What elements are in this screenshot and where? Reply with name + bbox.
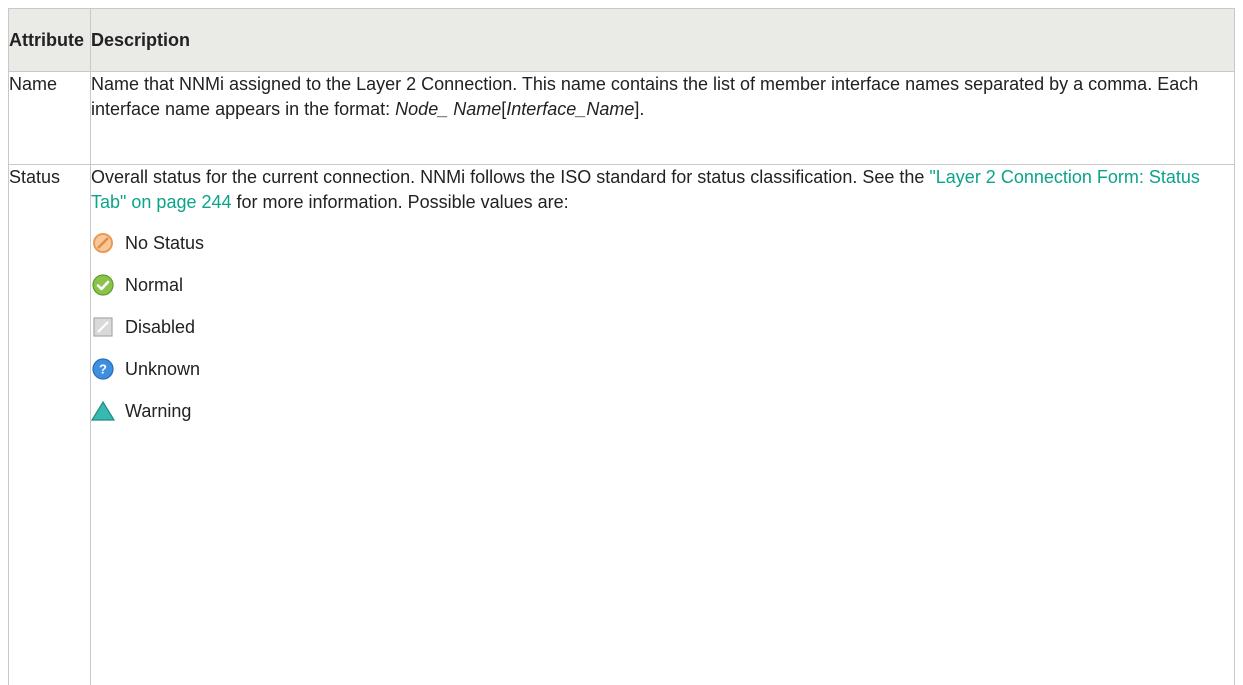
status-label-warning: Warning [125,399,191,424]
list-item: Disabled [91,315,1234,339]
list-item: Normal [91,273,1234,297]
name-description-cell: Name that NNMi assigned to the Layer 2 C… [91,72,1235,165]
status-description: Overall status for the current connectio… [91,165,1234,214]
status-values-list: No Status Normal Disabled ? [91,231,1234,423]
list-item: Warning [91,399,1234,423]
attribute-status-cell: Status [9,165,91,685]
no-status-icon [91,231,115,255]
unknown-icon: ? [91,357,115,381]
svg-text:?: ? [99,362,107,377]
table-header-row: Attribute Description [9,9,1235,72]
name-desc-node-em: Node_ [395,99,448,119]
header-description: Description [91,9,1235,72]
name-description: Name that NNMi assigned to the Layer 2 C… [91,72,1234,121]
name-desc-interface-em: Interface_Name [506,99,634,119]
table-row: Status Overall status for the current co… [9,165,1235,685]
status-label-unknown: Unknown [125,357,200,382]
header-attribute: Attribute [9,9,91,72]
status-label-no-status: No Status [125,231,204,256]
attribute-name-cell: Name [9,72,91,165]
name-desc-bracket-close: ]. [634,99,644,119]
table-row: Name Name that NNMi assigned to the Laye… [9,72,1235,165]
status-desc-text: Overall status for the current connectio… [91,167,929,187]
disabled-icon [91,315,115,339]
list-item: No Status [91,231,1234,255]
warning-icon [91,399,115,423]
name-desc-text: Name that NNMi assigned to the Layer 2 C… [91,74,1198,119]
list-item: ? Unknown [91,357,1234,381]
status-label-disabled: Disabled [125,315,195,340]
status-description-cell: Overall status for the current connectio… [91,165,1235,685]
attribute-table: Attribute Description Name Name that NNM… [8,8,1235,685]
status-desc-text-2: for more information. Possible values ar… [232,192,569,212]
name-desc-name-em: Name [453,99,501,119]
status-label-normal: Normal [125,273,183,298]
normal-icon [91,273,115,297]
